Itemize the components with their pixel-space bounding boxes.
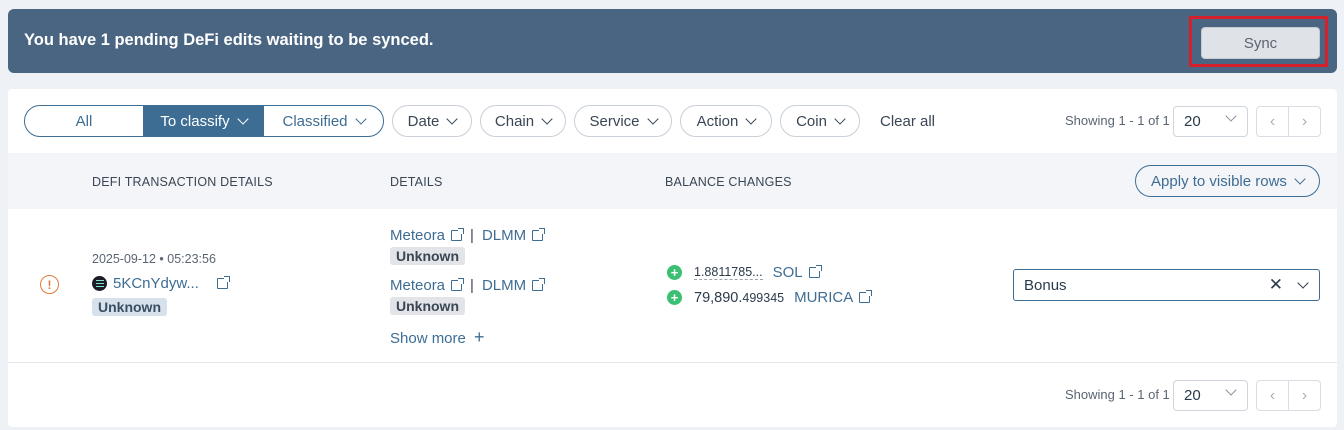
table-row: ! 2025-09-12 • 05:23:56 5KCnYdyw... Unkn… — [8, 209, 1337, 363]
balance-amount: 1.8811785... — [694, 265, 763, 280]
table-header: DEFI TRANSACTION DETAILS DETAILS BALANCE… — [8, 153, 1337, 209]
tx-datetime: 2025-09-12 • 05:23:56 — [92, 252, 216, 266]
detail-line-1: Meteora | DLMM — [390, 227, 546, 244]
filter-chain[interactable]: Chain — [480, 105, 566, 137]
balance-change-1: + 1.8811785... SOL — [667, 264, 822, 281]
tx-status-label: Unknown — [92, 298, 167, 316]
pager: ‹ › — [1256, 106, 1321, 137]
filter-service[interactable]: Service — [574, 105, 672, 137]
service-link[interactable]: Meteora — [390, 227, 445, 244]
sync-highlight-frame: Sync — [1189, 16, 1328, 67]
clear-all-button[interactable]: Clear all — [880, 113, 935, 130]
protocol-link[interactable]: DLMM — [482, 277, 526, 294]
chevron-left-icon[interactable]: ‹ — [1257, 381, 1289, 410]
external-link-icon[interactable] — [808, 265, 822, 278]
coin-symbol: SOL — [772, 264, 803, 281]
external-link-icon[interactable] — [532, 278, 546, 291]
plus-icon: + — [474, 327, 485, 347]
external-link-icon[interactable] — [451, 228, 465, 241]
divider: | — [470, 227, 474, 244]
sync-button[interactable]: Sync — [1201, 27, 1320, 59]
segment-to-classify-label: To classify — [160, 112, 230, 130]
apply-to-visible-rows-button[interactable]: Apply to visible rows — [1135, 165, 1320, 197]
plus-circle-icon: + — [667, 290, 682, 305]
classification-select[interactable]: Bonus ✕ — [1013, 269, 1320, 301]
tx-status-badge: Unknown — [92, 298, 167, 317]
chevron-down-icon — [745, 112, 758, 125]
chevron-down-icon — [446, 112, 459, 125]
selected-classification: Bonus — [1024, 276, 1067, 294]
divider: | — [470, 277, 474, 294]
chevron-right-icon[interactable]: › — [1289, 381, 1320, 410]
detail-badge-2: Unknown — [390, 297, 465, 316]
protocol-link[interactable]: DLMM — [482, 227, 526, 244]
coin-symbol: MURICA — [794, 289, 854, 306]
show-more-label: Show more — [390, 330, 466, 347]
filter-coin-label: Coin — [796, 112, 827, 130]
page-size-select-bottom[interactable]: 20 — [1173, 380, 1248, 411]
warning-icon: ! — [40, 275, 59, 294]
chevron-down-icon — [236, 112, 249, 125]
segment-all-label: All — [75, 112, 93, 130]
plus-circle-icon: + — [667, 265, 682, 280]
chevron-down-icon — [354, 112, 367, 125]
defi-transactions-card: All To classify Classified Date Chain Se… — [8, 89, 1337, 427]
banner-message: You have 1 pending DeFi edits waiting to… — [24, 31, 434, 49]
external-link-icon[interactable] — [532, 228, 546, 241]
chevron-down-icon — [834, 112, 846, 125]
filter-chain-label: Chain — [494, 112, 535, 130]
chevron-down-icon — [1294, 172, 1306, 185]
showing-count: Showing 1 - 1 of 1 — [1065, 113, 1170, 128]
page-size-value: 20 — [1184, 113, 1201, 130]
segment-all[interactable]: All — [25, 106, 144, 136]
segment-classified-label: Classified — [282, 112, 348, 130]
showing-count-bottom: Showing 1 - 1 of 1 — [1065, 387, 1170, 402]
filter-action[interactable]: Action — [680, 105, 772, 137]
filter-date[interactable]: Date — [392, 105, 472, 137]
chevron-left-icon[interactable]: ‹ — [1257, 107, 1289, 136]
chevron-down-icon — [541, 112, 553, 125]
balance-amount-decimals: 499345 — [742, 290, 785, 305]
pending-sync-banner: You have 1 pending DeFi edits waiting to… — [8, 9, 1337, 73]
segment-classified[interactable]: Classified — [264, 106, 383, 136]
external-link-icon[interactable] — [451, 278, 465, 291]
detail-badge-label: Unknown — [390, 297, 465, 315]
show-more-button[interactable]: Show more + — [390, 327, 485, 348]
filter-coin[interactable]: Coin — [780, 105, 860, 137]
pager-bottom: ‹ › — [1256, 380, 1321, 411]
balance-amount: 79,890. — [694, 289, 743, 306]
header-tx-details: DEFI TRANSACTION DETAILS — [92, 175, 273, 189]
filter-service-label: Service — [589, 112, 640, 130]
solana-chain-icon — [92, 276, 107, 291]
external-link-icon[interactable] — [216, 276, 230, 289]
detail-line-2: Meteora | DLMM — [390, 277, 546, 294]
page-size-select[interactable]: 20 — [1173, 106, 1248, 137]
balance-change-2: + 79,890. 499345 MURICA — [667, 289, 873, 306]
clear-selection-icon[interactable]: ✕ — [1269, 275, 1283, 295]
header-details: DETAILS — [390, 175, 443, 189]
detail-badge-label: Unknown — [390, 247, 465, 265]
coin-link[interactable]: SOL — [772, 264, 822, 281]
chevron-down-icon[interactable] — [1297, 277, 1309, 289]
coin-link[interactable]: MURICA — [794, 289, 873, 306]
classification-segment: All To classify Classified — [24, 105, 384, 137]
external-link-icon[interactable] — [859, 290, 873, 303]
filter-action-label: Action — [696, 112, 739, 130]
service-link[interactable]: Meteora — [390, 277, 445, 294]
chevron-down-icon — [646, 112, 659, 125]
header-balance-changes: BALANCE CHANGES — [665, 175, 792, 189]
filter-date-label: Date — [407, 112, 440, 130]
chevron-right-icon[interactable]: › — [1289, 107, 1320, 136]
page-size-value: 20 — [1184, 387, 1201, 404]
segment-to-classify[interactable]: To classify — [144, 106, 264, 136]
tx-hash: 5KCnYdyw... — [113, 275, 199, 292]
detail-badge-1: Unknown — [390, 247, 465, 266]
chevron-down-icon — [1225, 384, 1237, 396]
chevron-down-icon — [1225, 110, 1237, 122]
apply-label: Apply to visible rows — [1151, 172, 1287, 190]
tx-hash-link[interactable]: 5KCnYdyw... — [92, 275, 230, 292]
